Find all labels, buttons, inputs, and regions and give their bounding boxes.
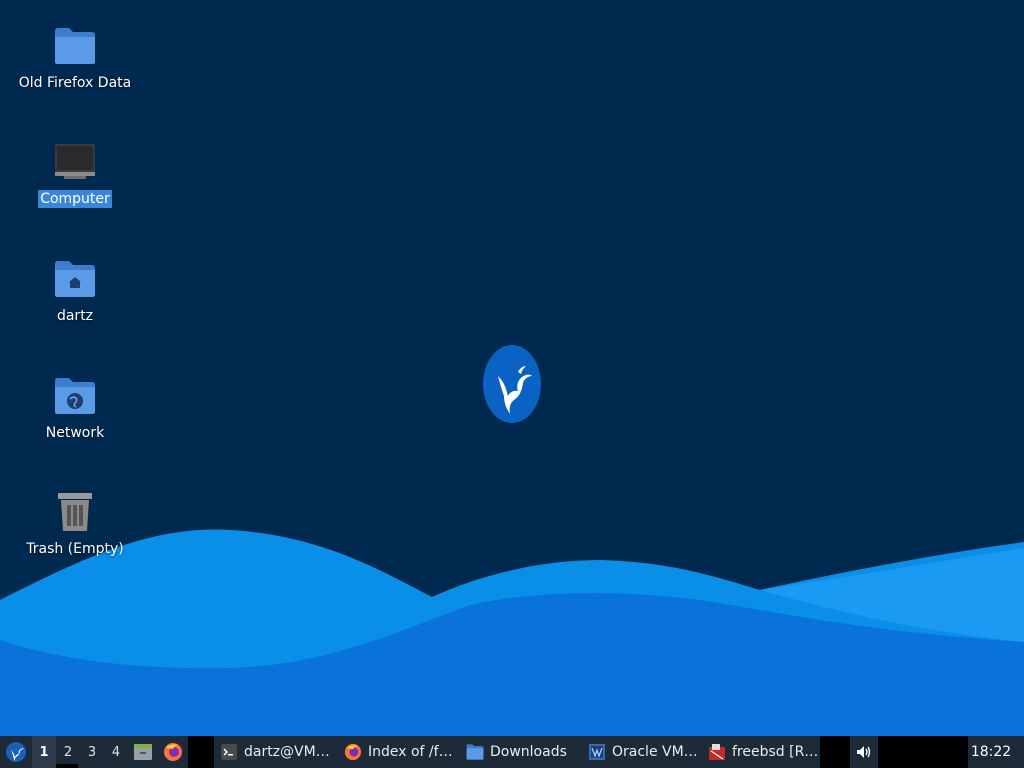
desktop-icon-old-firefox-data[interactable]: Old Firefox Data — [5, 24, 145, 92]
workspace-switcher: 1 2 3 4 — [32, 736, 128, 768]
desktop-icon-network[interactable]: Network — [5, 374, 145, 442]
workspace-3-button[interactable]: 3 — [80, 736, 104, 768]
task-label: Index of /f… — [368, 744, 453, 760]
network-folder-icon — [53, 374, 97, 418]
workspace-2-button[interactable]: 2 — [56, 736, 80, 768]
desktop-icon-label: Old Firefox Data — [18, 75, 132, 91]
task-button-virtualbox[interactable]: Oracle VM… — [582, 736, 702, 768]
task-button-freebsd-vm[interactable]: freebsd [R… — [702, 736, 820, 768]
hummingbird-logo-icon — [483, 345, 541, 423]
task-label: Oracle VM… — [612, 744, 698, 760]
firefox-icon — [164, 743, 182, 761]
desktop-icon-trash[interactable]: Trash (Empty) — [5, 490, 145, 558]
task-label: freebsd [R… — [732, 744, 819, 760]
taskbar-separator — [820, 736, 850, 768]
speaker-icon — [857, 746, 871, 758]
task-button-downloads[interactable]: Downloads — [460, 736, 582, 768]
terminal-icon — [220, 743, 238, 761]
folder-icon — [53, 24, 97, 68]
taskbar-separator — [188, 736, 214, 768]
workspace-1-button[interactable]: 1 — [32, 736, 56, 768]
workspace-label: 4 — [111, 744, 121, 760]
workspace-label: 3 — [87, 744, 97, 760]
trash-icon — [53, 490, 97, 534]
computer-icon — [53, 140, 97, 184]
taskbar: 1 2 3 4 dartz@VM… Index of /f… Downloads… — [0, 736, 1024, 768]
clock[interactable]: 18:22 — [968, 736, 1014, 768]
desktop-icon-dartz[interactable]: dartz — [5, 257, 145, 325]
task-label: dartz@VM… — [244, 744, 330, 760]
workspace-4-button[interactable]: 4 — [104, 736, 128, 768]
desktop-icon-label: Trash (Empty) — [26, 541, 124, 557]
firefox-icon — [344, 743, 362, 761]
desktop-icon-label: dartz — [56, 308, 94, 324]
workspace-label: 2 — [63, 744, 73, 760]
desktop-icon-label: Network — [45, 425, 105, 441]
desktop-icon-computer[interactable]: Computer — [5, 140, 145, 208]
volume-button[interactable] — [850, 736, 878, 768]
workspace-window-preview — [56, 764, 78, 768]
task-label: Downloads — [490, 744, 567, 760]
task-button-terminal[interactable]: dartz@VM… — [214, 736, 338, 768]
folder-icon — [466, 743, 484, 761]
workspace-label: 1 — [39, 744, 49, 760]
vm-window-icon — [708, 743, 726, 761]
systray-area — [878, 736, 968, 768]
desktop: Old Firefox Data Computer dartz Network … — [0, 0, 1024, 736]
virtualbox-icon — [588, 743, 606, 761]
desktop-icon-label: Computer — [38, 190, 112, 208]
firefox-launcher[interactable] — [158, 736, 188, 768]
home-folder-icon — [53, 257, 97, 301]
file-cabinet-icon — [134, 744, 152, 760]
xubuntu-menu-icon[interactable] — [0, 736, 32, 768]
task-button-firefox[interactable]: Index of /f… — [338, 736, 460, 768]
file-manager-launcher[interactable] — [128, 736, 158, 768]
